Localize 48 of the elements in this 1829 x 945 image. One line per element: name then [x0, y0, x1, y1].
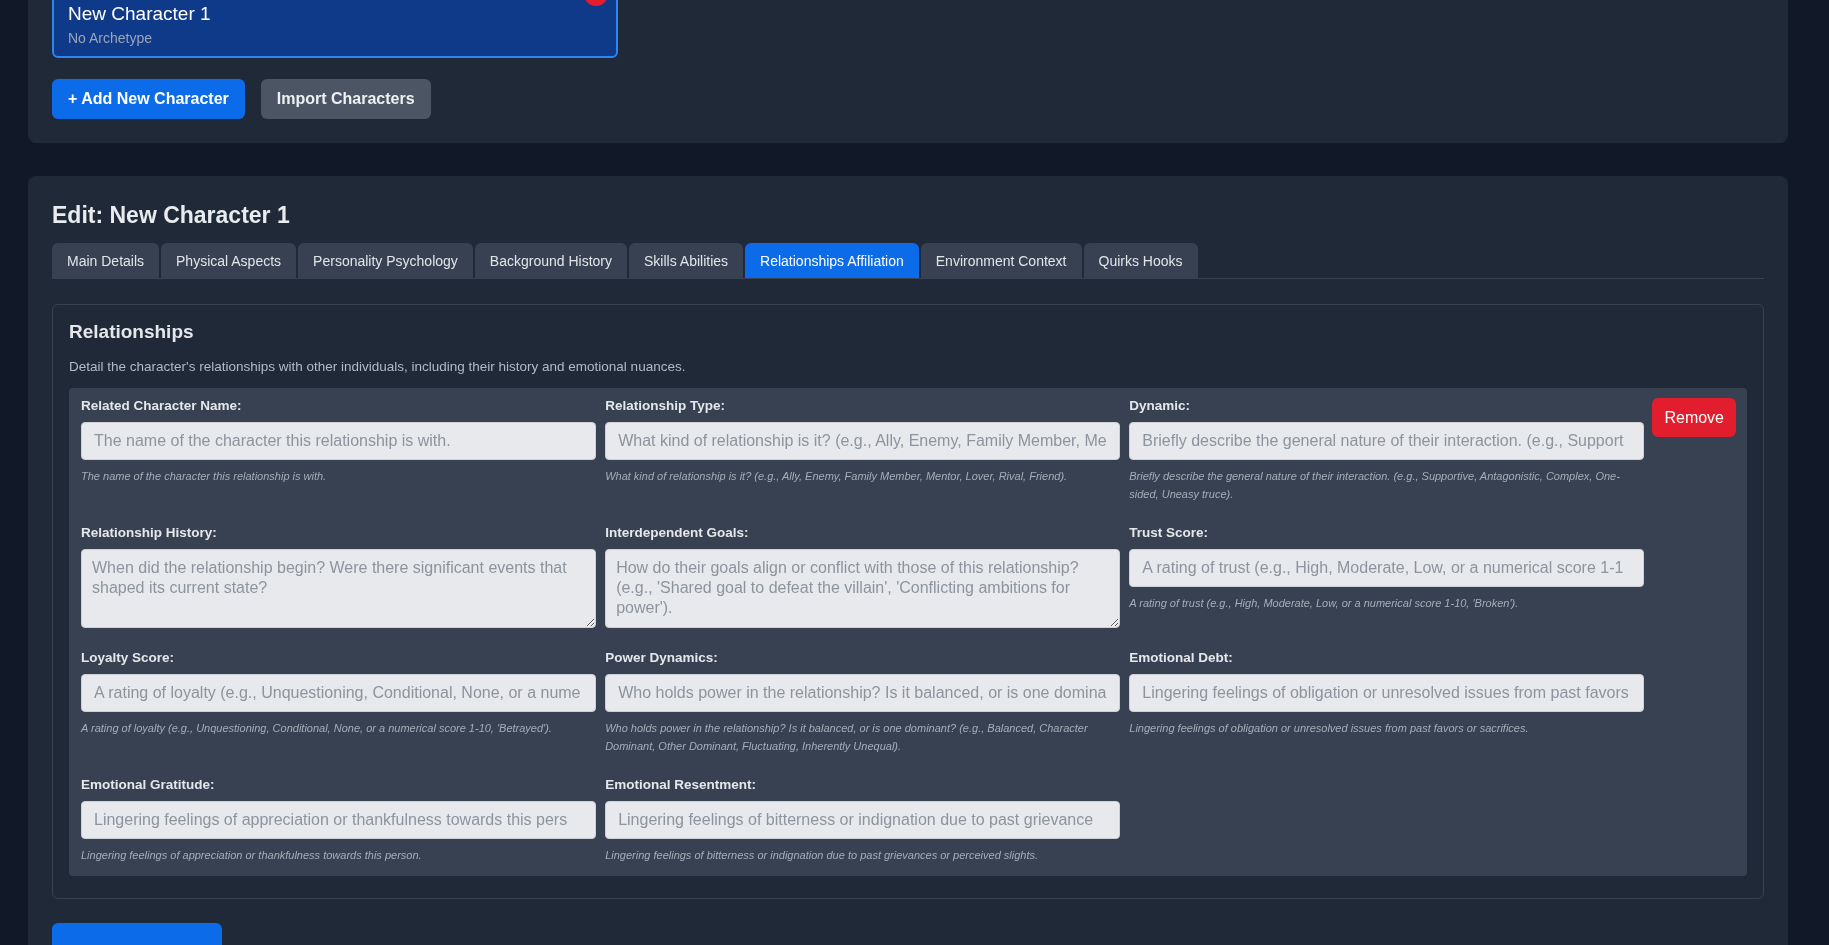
- input-field[interactable]: Briefly describe the general nature of their interaction. (e.g., Support: [1129, 422, 1645, 460]
- field-label: Emotional Resentment:: [605, 777, 757, 792]
- field-label: Related Character Name:: [81, 398, 243, 413]
- input-field[interactable]: A rating of trust (e.g., High, Moderate, Low, or a numerical score 1-1: [1129, 549, 1645, 587]
- tab[interactable]: Personality Psychology: [298, 243, 473, 278]
- tab[interactable]: Quirks Hooks: [1083, 243, 1198, 278]
- remove-button[interactable]: Remove: [1652, 398, 1736, 437]
- input-field[interactable]: Lingering feelings of bitterness or indignation due to past grievance: [605, 801, 1121, 839]
- tab[interactable]: Relationships Affiliation: [745, 243, 919, 278]
- section-description: Detail the character's relationships with other individuals, including their history and emotional nuances.: [69, 359, 687, 374]
- input-field[interactable]: Who holds power in the relationship? Is it balanced, or is one domina: [605, 674, 1121, 712]
- help-text: A rating of trust (e.g., High, Moderate, Low, or a numerical score 1-10, 'Broken').: [1129, 596, 1520, 611]
- field-label: Loyalty Score:: [81, 650, 176, 665]
- tab[interactable]: Environment Context: [920, 243, 1082, 278]
- help-text: What kind of relationship is it? (e.g., Ally, Enemy, Family Member, Mentor, Lover, Rival, Friend).: [605, 469, 1069, 484]
- character-card[interactable]: New Character 1 No Archetype: [52, 0, 618, 58]
- import-button[interactable]: Import Characters: [260, 79, 431, 119]
- help-text: The name of the character this relationship is with.: [81, 469, 328, 484]
- input-field[interactable]: Lingering feelings of appreciation or thankfulness towards this pers: [81, 801, 597, 839]
- field-label: Relationship Type:: [605, 398, 726, 413]
- help-text: Lingering feelings of appreciation or thankfulness towards this person.: [81, 848, 423, 863]
- field-label: Emotional Debt:: [1129, 650, 1234, 665]
- field-label: Emotional Gratitude:: [81, 777, 216, 792]
- help-text: A rating of loyalty (e.g., Unquestioning, Conditional, None, or a numerical score 1-10, 'Betrayed').: [81, 721, 553, 736]
- section-title: Relationships: [69, 321, 195, 343]
- editor-title: Edit: New Character 1: [52, 202, 291, 229]
- help-text: Briefly describe the general nature of their interaction. (e.g., Supportive, Antagonistic, Complex, One-sided, Uneasy truce).: [1129, 469, 1621, 502]
- input-field[interactable]: Lingering feelings of obligation or unresolved issues from past favors: [1129, 674, 1645, 712]
- help-text: Who holds power in the relationship? Is it balanced, or is one dominant? (e.g., Balanced, Character Dominant, Other Dominant, Fluctuating, Inherently Unequal).: [605, 721, 1089, 754]
- field-label: Relationship History:: [81, 525, 218, 540]
- help-text: Lingering feelings of obligation or unresolved issues from past favors or sacrifices.: [1129, 721, 1530, 736]
- field-label: Trust Score:: [1129, 525, 1210, 540]
- text-area[interactable]: How do their goals align or conflict with those of this relationship? (e.g., 'Shared goal to defeat the villain', 'Conflicting ambitions for power').: [605, 549, 1121, 628]
- input-field[interactable]: A rating of loyalty (e.g., Unquestioning, Conditional, None, or a nume: [81, 674, 597, 712]
- field-label: Power Dynamics:: [605, 650, 719, 665]
- add-character-button[interactable]: + Add New Character: [52, 79, 245, 119]
- text-area[interactable]: When did the relationship begin? Were there significant events that shaped its current state?: [81, 549, 597, 628]
- field-label: Dynamic:: [1129, 398, 1192, 413]
- field-label: Interdependent Goals:: [605, 525, 750, 540]
- input-field[interactable]: The name of the character this relationship is with.: [81, 422, 597, 460]
- tab[interactable]: Background History: [474, 243, 627, 278]
- character-name: New Character 1: [68, 2, 211, 26]
- tab[interactable]: Main Details: [52, 243, 160, 278]
- character-archetype: No Archetype: [68, 30, 154, 46]
- input-field[interactable]: What kind of relationship is it? (e.g., Ally, Enemy, Family Member, Me: [605, 422, 1121, 460]
- help-text: Lingering feelings of bitterness or indignation due to past grievances or perceived slights.: [605, 848, 1040, 863]
- tab[interactable]: Physical Aspects: [161, 243, 297, 278]
- tab[interactable]: Skills Abilities: [629, 243, 744, 278]
